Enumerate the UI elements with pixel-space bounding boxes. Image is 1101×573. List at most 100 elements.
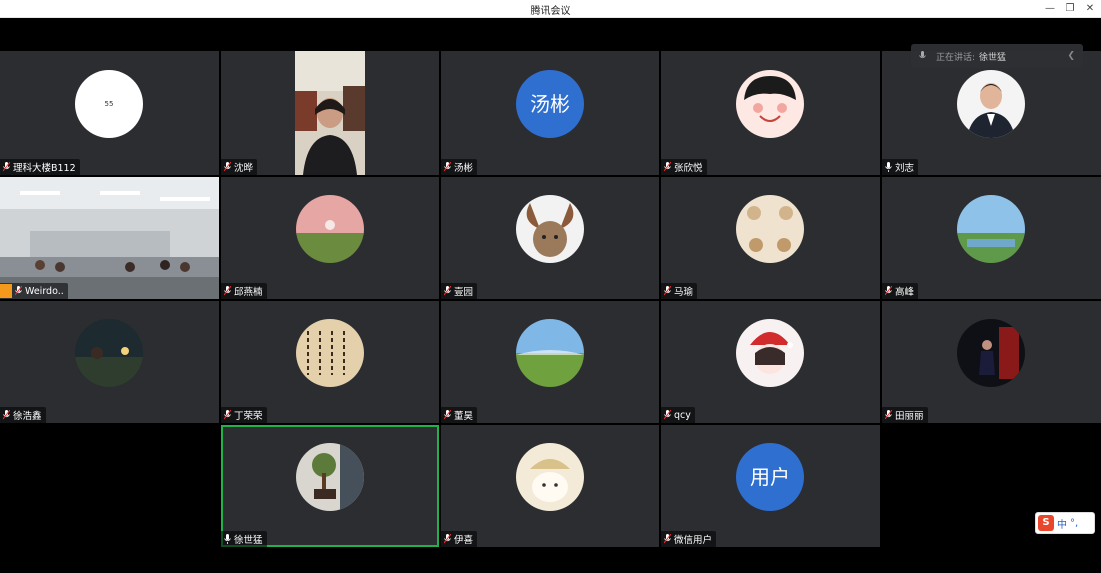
participant-tile[interactable]: 刘志 [882, 51, 1101, 175]
participant-name: 邱燕楠 [234, 287, 263, 298]
avatar [296, 443, 364, 511]
participant-name: 汤彬 [454, 163, 474, 174]
mic-muted-icon [444, 162, 451, 172]
participant-name: 张欣悦 [674, 163, 703, 174]
name-label: 马瑜 [661, 283, 698, 299]
name-label: 壹园 [441, 283, 478, 299]
avatar: 用户 [736, 443, 804, 511]
ime-punct: °, [1070, 517, 1079, 529]
participant-name: 伊喜 [454, 535, 474, 546]
mic-muted-icon [3, 162, 10, 172]
name-label: 董昊 [441, 407, 478, 423]
participant-name: 微信用户 [674, 535, 713, 546]
participant-tile[interactable]: 邱燕楠 [221, 177, 439, 299]
avatar [516, 443, 584, 511]
name-label: 徐浩鑫 [0, 407, 46, 423]
avatar-text: 汤彬 [530, 92, 570, 116]
video-feed [295, 51, 365, 175]
avatar [736, 70, 804, 138]
mic-muted-icon [664, 162, 671, 172]
participant-name: 田丽丽 [895, 411, 924, 422]
participant-tile[interactable]: 高峰 [882, 177, 1101, 299]
name-label: 高峰 [882, 283, 919, 299]
name-label: 沈晔 [221, 159, 258, 175]
avatar: 汤彬 [516, 70, 584, 138]
name-label: 理科大楼B112 [0, 159, 80, 175]
avatar [296, 319, 364, 387]
name-label: 微信用户 [661, 531, 717, 547]
mic-muted-icon [444, 534, 451, 544]
participant-tile[interactable]: 汤彬 汤彬 [441, 51, 659, 175]
avatar [516, 319, 584, 387]
mic-muted-icon [3, 410, 10, 420]
name-label: Weirdo.. [0, 283, 68, 299]
speaking-indicator: 正在讲话: 徐世猛 ❮ [911, 44, 1083, 68]
restore-button[interactable]: ❐ [1060, 0, 1080, 17]
avatar-text: 用户 [750, 465, 790, 489]
mic-muted-icon [444, 286, 451, 296]
participant-tile[interactable]: 55 理科大楼B112 [0, 51, 219, 175]
person-icon [0, 284, 12, 298]
name-label: 刘志 [882, 159, 919, 175]
participant-tile[interactable]: qcy [661, 301, 880, 423]
participant-name: 马瑜 [674, 287, 694, 298]
participant-name: 壹园 [454, 287, 474, 298]
participant-tile[interactable]: Weirdo.. [0, 177, 219, 299]
participant-tile[interactable]: 丁荣荣 [221, 301, 439, 423]
mic-muted-icon [885, 410, 892, 420]
mic-on-icon [885, 162, 892, 172]
name-label: qcy [661, 407, 695, 423]
participant-tile[interactable]: 董昊 [441, 301, 659, 423]
avatar [957, 319, 1025, 387]
title-bar: 腾讯会议 — ❐ ✕ [0, 0, 1101, 18]
name-label: 徐世猛 [221, 531, 267, 547]
name-label: 邱燕楠 [221, 283, 267, 299]
avatar [516, 195, 584, 263]
mic-muted-icon [664, 534, 671, 544]
participant-name: 理科大楼B112 [13, 163, 76, 174]
participant-tile[interactable]: 田丽丽 [882, 301, 1101, 423]
name-label: 张欣悦 [661, 159, 707, 175]
participant-tile[interactable]: 马瑜 [661, 177, 880, 299]
ime-lang: 中 [1057, 519, 1067, 531]
speaking-name: 徐世猛 [979, 52, 1007, 63]
mic-muted-icon [15, 286, 22, 296]
participant-tile[interactable]: 徐浩鑫 [0, 301, 219, 423]
participant-name: 刘志 [895, 163, 915, 174]
participant-tile[interactable]: 沈晔 [221, 51, 439, 175]
name-label: 汤彬 [441, 159, 478, 175]
mic-icon [919, 51, 926, 59]
ime-logo-icon: S [1038, 515, 1054, 531]
collapse-icon[interactable]: ❮ [1067, 51, 1075, 61]
participant-tile[interactable]: 张欣悦 [661, 51, 880, 175]
participant-tile[interactable]: 伊喜 [441, 425, 659, 547]
mic-muted-icon [444, 410, 451, 420]
avatar: 55 [75, 70, 143, 138]
speaking-label: 正在讲话: [936, 52, 976, 63]
participant-tile[interactable]: 壹园 [441, 177, 659, 299]
mic-on-icon [224, 534, 231, 544]
close-button[interactable]: ✕ [1080, 0, 1100, 17]
mic-muted-icon [664, 286, 671, 296]
avatar-text: 55 [104, 100, 114, 108]
mic-muted-icon [224, 410, 231, 420]
avatar [736, 195, 804, 263]
participant-tile[interactable]: 用户 微信用户 [661, 425, 880, 547]
participant-name: 高峰 [895, 287, 915, 298]
participant-name: 沈晔 [234, 163, 254, 174]
name-label: 田丽丽 [882, 407, 928, 423]
participant-name: 徐世猛 [234, 535, 263, 546]
mic-muted-icon [224, 162, 231, 172]
ime-indicator[interactable]: S 中 °, [1035, 512, 1095, 534]
participant-name: 丁荣荣 [234, 411, 263, 422]
participant-tile-active-speaker[interactable]: 徐世猛 [221, 425, 439, 547]
avatar [957, 195, 1025, 263]
minimize-button[interactable]: — [1040, 0, 1060, 17]
participant-name: qcy [674, 409, 691, 421]
participant-name: 徐浩鑫 [13, 411, 42, 422]
avatar [736, 319, 804, 387]
video-feed [0, 177, 219, 299]
name-label: 伊喜 [441, 531, 478, 547]
name-label: 丁荣荣 [221, 407, 267, 423]
avatar [75, 319, 143, 387]
